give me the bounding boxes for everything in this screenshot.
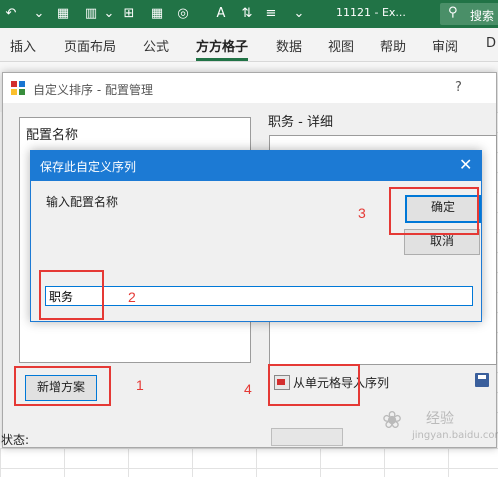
- dialog-title-bar: 自定义排序 - 配置管理 ?: [3, 73, 496, 103]
- detail-label: 职务 - 详细: [268, 115, 333, 130]
- config-name-prompt: 输入配置名称: [46, 195, 119, 209]
- inner-dialog-title: 保存此自定义序列: [40, 160, 137, 174]
- table-icon[interactable]: ▦: [148, 5, 166, 23]
- list-icon[interactable]: ≡: [262, 5, 280, 23]
- annotation-number-2: 2: [128, 289, 136, 305]
- annotation-box-1: [14, 366, 111, 406]
- annotation-number-1: 1: [136, 377, 144, 393]
- config-name-label: 配置名称: [26, 128, 79, 143]
- app-icon: [11, 81, 25, 95]
- paw-logo-icon: ❀: [382, 406, 403, 434]
- inner-title-bar: 保存此自定义序列 ✕: [31, 151, 481, 181]
- dropdown-icon[interactable]: ⌄: [30, 5, 48, 23]
- excel-title-bar: ↶ ⌄ ▦ ▥ ⌄ ⊞ ▦ ◎ A ⇅ ≡ ⌄ 11121 - Ex... ⚲ …: [0, 0, 498, 28]
- more-icon[interactable]: ⌄: [290, 5, 308, 23]
- dropdown-icon[interactable]: ⌄: [100, 5, 118, 23]
- tab-insert[interactable]: 插入: [10, 36, 36, 55]
- text-box-icon[interactable]: A: [212, 5, 230, 23]
- annotation-box-2: [39, 270, 104, 320]
- annotation-number-3: 3: [358, 205, 366, 221]
- shapes-icon[interactable]: ◎: [174, 5, 192, 23]
- search-icon: ⚲: [448, 5, 458, 20]
- search-box[interactable]: ⚲ 搜索: [440, 3, 498, 25]
- annotation-box-3: [389, 187, 479, 235]
- tab-help[interactable]: 帮助: [380, 36, 406, 55]
- annotation-box-4: [268, 364, 360, 406]
- status-bar: [271, 428, 343, 446]
- help-button[interactable]: ?: [455, 80, 462, 95]
- tab-more[interactable]: D: [486, 36, 496, 51]
- ribbon-tabs: 插入 页面布局 公式 方方格子 数据 视图 帮助 审阅 D: [0, 28, 498, 62]
- watermark-url: jingyan.baidu.com: [412, 430, 498, 441]
- tab-page-layout[interactable]: 页面布局: [64, 36, 116, 55]
- watermark: ❀ 经验 jingyan.baidu.com: [382, 402, 498, 448]
- dialog-title: 自定义排序 - 配置管理: [33, 83, 153, 97]
- tab-formulas[interactable]: 公式: [143, 36, 169, 55]
- save-icon[interactable]: [475, 373, 489, 387]
- window-title: 11121 - Ex...: [336, 6, 406, 19]
- annotation-number-4: 4: [244, 381, 252, 397]
- status-label: 状态:: [1, 433, 30, 447]
- undo-icon[interactable]: ↶: [2, 5, 20, 23]
- tab-view[interactable]: 视图: [328, 36, 354, 55]
- grid-icon[interactable]: ⊞: [120, 5, 138, 23]
- sheet-grid[interactable]: [0, 448, 498, 477]
- tab-review[interactable]: 审阅: [432, 36, 458, 55]
- sort-icon[interactable]: ⇅: [238, 5, 256, 23]
- config-name-input[interactable]: [45, 286, 473, 306]
- search-label: 搜索: [470, 9, 495, 23]
- watermark-text: 经验: [426, 411, 454, 427]
- chart-icon[interactable]: ▥: [82, 5, 100, 23]
- tab-fangfang[interactable]: 方方格子: [196, 36, 249, 61]
- close-icon[interactable]: ✕: [459, 155, 472, 174]
- tab-data[interactable]: 数据: [276, 36, 302, 55]
- table-icon[interactable]: ▦: [54, 5, 72, 23]
